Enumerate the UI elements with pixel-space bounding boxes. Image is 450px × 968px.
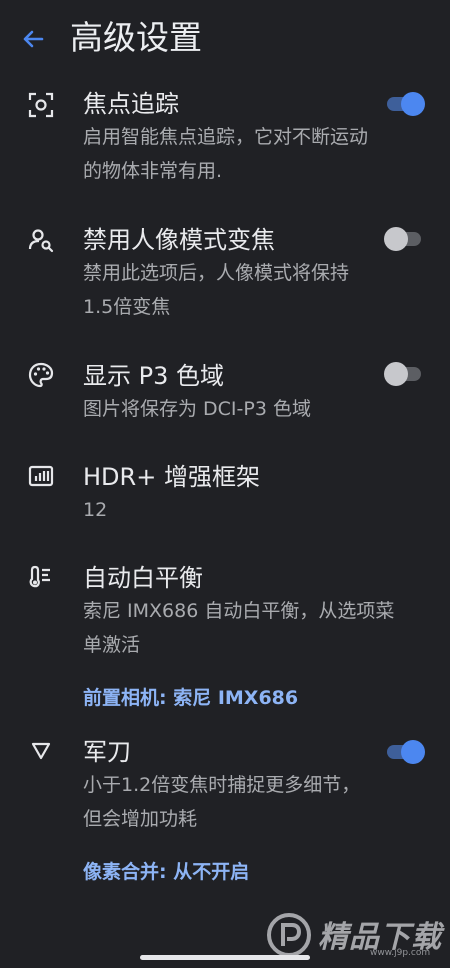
arrow-left-icon: [23, 30, 44, 48]
site-watermark: 精品下载 www.j9p.com: [266, 910, 441, 960]
p3-color-toggle[interactable]: [384, 362, 424, 386]
person-search-icon: [28, 229, 54, 253]
toggle-thumb: [401, 740, 425, 764]
advanced-settings-screen: 高级设置 焦点追踪 启用智能焦点追踪，它对不断运动的物体非常有用. 禁用人像模式…: [0, 0, 450, 968]
setting-label: 自动白平衡: [83, 564, 203, 592]
setting-label: 显示 P3 色域: [83, 362, 224, 390]
setting-label: 焦点追踪: [83, 90, 179, 118]
setting-hdr-frames[interactable]: HDR+ 增强框架 12: [0, 461, 450, 527]
setting-p3-color-gamut[interactable]: 显示 P3 色域 图片将保存为 DCI-P3 色域: [0, 360, 450, 426]
pixel-binning-link[interactable]: 像素合并: 从不开启: [83, 858, 249, 886]
setting-saber[interactable]: 军刀 小于1.2倍变焦时捕捉更多细节，但会增加功耗: [0, 736, 450, 836]
setting-disable-portrait-zoom[interactable]: 禁用人像模式变焦 禁用此选项后，人像模式将保持1.5倍变焦: [0, 224, 450, 324]
thermometer-icon: [29, 565, 50, 588]
setting-description: 小于1.2倍变焦时捕捉更多细节，但会增加功耗: [83, 774, 361, 830]
focus-tracking-icon: [28, 92, 54, 118]
app-bar: 高级设置: [0, 0, 450, 78]
focus-tracking-toggle[interactable]: [384, 92, 425, 116]
portrait-zoom-toggle[interactable]: [384, 227, 424, 251]
back-button[interactable]: [18, 24, 48, 54]
setting-description: 图片将保存为 DCI-P3 色域: [83, 398, 311, 420]
front-camera-link[interactable]: 前置相机: 索尼 IMX686: [83, 684, 298, 712]
home-indicator[interactable]: [140, 955, 310, 960]
setting-label: 军刀: [83, 738, 131, 766]
triangle-down-icon: [31, 742, 51, 760]
hdr-frames-icon: [28, 465, 54, 487]
page-title: 高级设置: [70, 18, 202, 57]
toggle-thumb: [384, 227, 408, 251]
toggle-thumb: [401, 92, 425, 116]
saber-toggle[interactable]: [384, 740, 425, 764]
setting-description: 启用智能焦点追踪，它对不断运动的物体非常有用.: [83, 126, 369, 182]
setting-label: 禁用人像模式变焦: [83, 226, 275, 254]
toggle-thumb: [384, 362, 408, 386]
watermark-url: www.j9p.com: [370, 948, 431, 958]
setting-description: 索尼 IMX686 自动白平衡，从选项菜单激活: [83, 600, 395, 656]
setting-focus-tracking[interactable]: 焦点追踪 启用智能焦点追踪，它对不断运动的物体非常有用.: [0, 88, 450, 198]
setting-description: 禁用此选项后，人像模式将保持1.5倍变焦: [83, 262, 350, 318]
palette-icon: [28, 362, 54, 388]
setting-auto-white-balance[interactable]: 自动白平衡 索尼 IMX686 自动白平衡，从选项菜单激活: [0, 562, 450, 662]
watermark-logo-icon: [267, 913, 311, 957]
setting-label: HDR+ 增强框架: [83, 463, 260, 491]
setting-value: 12: [83, 499, 108, 521]
